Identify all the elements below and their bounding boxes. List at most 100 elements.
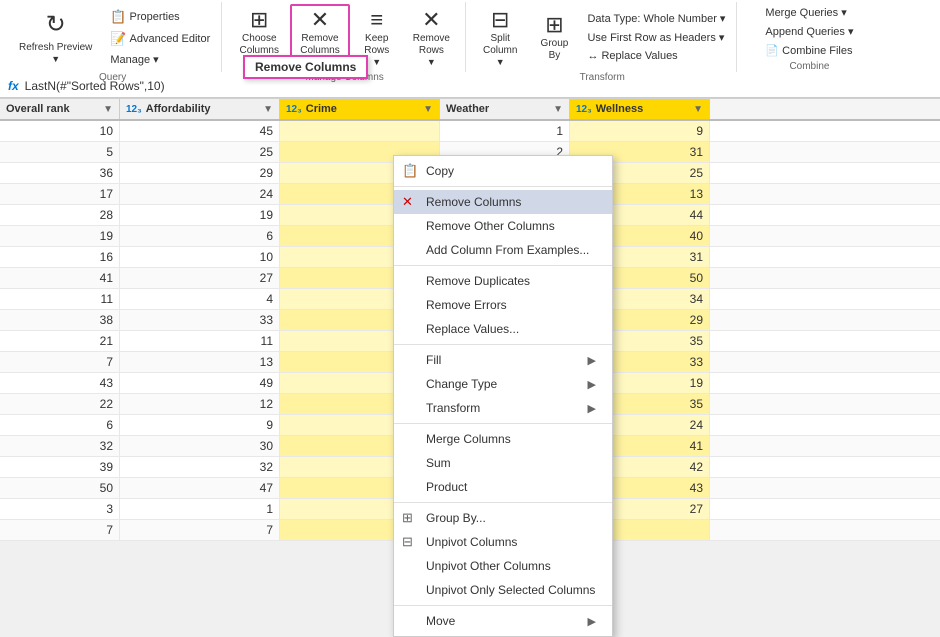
menu-item-unpivot-columns[interactable]: ⊟ Unpivot Columns xyxy=(394,530,612,554)
remove-menu-icon: ✕ xyxy=(402,194,413,210)
menu-item-merge-columns[interactable]: Merge Columns xyxy=(394,427,612,451)
choose-cols-icon: ⊞ xyxy=(250,7,268,33)
menu-item-transform[interactable]: Transform ▶ xyxy=(394,396,612,420)
menu-item-unpivot-other-columns[interactable]: Unpivot Other Columns xyxy=(394,554,612,578)
manage-label: Manage ▾ xyxy=(110,53,158,66)
grid-cell: 7 xyxy=(120,520,280,540)
menu-group-by-label: Group By... xyxy=(426,511,486,525)
col-wellness-label: Wellness xyxy=(596,103,644,115)
remove-rows-button[interactable]: ✕ RemoveRows ▼ xyxy=(404,4,459,70)
menu-item-remove-other-columns[interactable]: Remove Other Columns xyxy=(394,214,612,238)
append-queries-button[interactable]: Append Queries ▾ xyxy=(760,23,858,40)
grid-cell: 30 xyxy=(120,436,280,456)
refresh-preview-label: Refresh Preview xyxy=(19,42,92,54)
grid-cell: 9 xyxy=(570,121,710,141)
menu-transform-label: Transform xyxy=(426,401,480,415)
menu-item-sum[interactable]: Sum xyxy=(394,451,612,475)
remove-cols-icon: ✕ xyxy=(311,7,329,33)
grid-cell: 29 xyxy=(120,163,280,183)
transform-arrow-icon: ▶ xyxy=(588,402,596,415)
split-column-button[interactable]: ⊟ SplitColumn ▼ xyxy=(474,4,526,70)
menu-remove-errors-label: Remove Errors xyxy=(426,298,507,312)
menu-replace-values-label: Replace Values... xyxy=(426,322,519,336)
remove-rows-arrow: ▼ xyxy=(427,57,436,67)
menu-item-remove-columns[interactable]: ✕ Remove Columns xyxy=(394,190,612,214)
menu-item-unpivot-only-selected[interactable]: Unpivot Only Selected Columns xyxy=(394,578,612,602)
menu-item-add-column-examples[interactable]: Add Column From Examples... xyxy=(394,238,612,262)
editor-icon: 📝 xyxy=(110,31,126,47)
menu-item-remove-duplicates[interactable]: Remove Duplicates xyxy=(394,269,612,293)
append-queries-label: Append Queries ▾ xyxy=(765,25,853,38)
refresh-preview-button[interactable]: ↻ Refresh Preview ▼ xyxy=(10,4,101,70)
col-overall-label: Overall rank xyxy=(6,103,70,115)
menu-item-remove-errors[interactable]: Remove Errors xyxy=(394,293,612,317)
menu-item-replace-values[interactable]: Replace Values... xyxy=(394,317,612,341)
sort-wellness-icon: ▼ xyxy=(693,104,703,115)
col-header-crime[interactable]: 12₃ Crime ▼ xyxy=(280,99,440,119)
menu-add-col-examples-label: Add Column From Examples... xyxy=(426,243,589,257)
col-header-wellness[interactable]: 12₃ Wellness ▼ xyxy=(570,99,710,119)
col-header-affordability[interactable]: 12₃ Affordability ▼ xyxy=(120,99,280,119)
menu-item-change-type[interactable]: Change Type ▶ xyxy=(394,372,612,396)
fill-arrow-icon: ▶ xyxy=(588,354,596,367)
menu-merge-cols-label: Merge Columns xyxy=(426,432,511,446)
grid-cell: 7 xyxy=(0,520,120,540)
menu-item-group-by[interactable]: ⊞ Group By... xyxy=(394,506,612,530)
menu-remove-dupes-label: Remove Duplicates xyxy=(426,274,530,288)
menu-copy-label: Copy xyxy=(426,164,454,178)
grid-cell: 38 xyxy=(0,310,120,330)
col-header-weather[interactable]: Weather ▼ xyxy=(440,99,570,119)
combine-files-button[interactable]: 📄 Combine Files xyxy=(760,42,858,59)
grid-cell: 9 xyxy=(120,415,280,435)
col-header-overall[interactable]: Overall rank ▼ xyxy=(0,99,120,119)
split-col-icon: ⊟ xyxy=(491,7,509,33)
menu-item-move[interactable]: Move ▶ xyxy=(394,609,612,633)
grid-cell: 11 xyxy=(0,289,120,309)
data-type-button[interactable]: Data Type: Whole Number ▾ xyxy=(582,10,730,27)
ribbon-group-transform: ⊟ SplitColumn ▼ ⊞ GroupBy Data Type: Who… xyxy=(468,2,737,72)
keep-rows-label: KeepRows xyxy=(364,33,389,57)
grid-cell: 41 xyxy=(0,268,120,288)
group-by-menu-icon: ⊞ xyxy=(402,510,413,526)
advanced-editor-button[interactable]: 📝 Advanced Editor xyxy=(105,29,215,49)
menu-sep-1 xyxy=(394,186,612,187)
grid-cell: 21 xyxy=(0,331,120,351)
menu-sep-4 xyxy=(394,423,612,424)
combine-group-label: Combine xyxy=(789,59,829,72)
grid-cell: 10 xyxy=(0,121,120,141)
sort-overall-icon: ▼ xyxy=(103,104,113,115)
menu-fill-label: Fill xyxy=(426,353,441,367)
unpivot-menu-icon: ⊟ xyxy=(402,534,413,550)
grid-cell: 27 xyxy=(120,268,280,288)
properties-button[interactable]: 📋 Properties xyxy=(105,7,215,27)
menu-item-fill[interactable]: Fill ▶ xyxy=(394,348,612,372)
grid-cell: 24 xyxy=(120,184,280,204)
ribbon-group-combine: Merge Queries ▾ Append Queries ▾ 📄 Combi… xyxy=(739,2,879,72)
remove-columns-popup[interactable]: Remove Columns xyxy=(243,55,368,79)
grid-cell: 17 xyxy=(0,184,120,204)
change-type-arrow-icon: ▶ xyxy=(588,378,596,391)
menu-item-copy[interactable]: 📋 Copy xyxy=(394,159,612,183)
merge-queries-button[interactable]: Merge Queries ▾ xyxy=(760,4,858,21)
grid-cell: 6 xyxy=(120,226,280,246)
grid-cell: 7 xyxy=(0,352,120,372)
grid-cell: 12 xyxy=(120,394,280,414)
col-crime-type: 12₃ xyxy=(286,104,302,115)
ribbon-group-query: ↻ Refresh Preview ▼ 📋 Properties 📝 Advan… xyxy=(4,2,222,72)
replace-values-button[interactable]: ↔ Replace Values xyxy=(582,48,730,64)
menu-sep-6 xyxy=(394,605,612,606)
grid-cell xyxy=(280,121,440,141)
keep-rows-arrow: ▼ xyxy=(372,57,381,67)
remove-rows-icon: ✕ xyxy=(422,7,440,33)
replace-values-label: Replace Values xyxy=(601,50,677,62)
manage-button[interactable]: Manage ▾ xyxy=(105,51,215,68)
group-by-button[interactable]: ⊞ GroupBy xyxy=(530,4,578,70)
col-wellness-type: 12₃ xyxy=(576,104,592,115)
use-first-row-button[interactable]: Use First Row as Headers ▾ xyxy=(582,29,730,46)
menu-unpivot-other-label: Unpivot Other Columns xyxy=(426,559,551,573)
menu-item-product[interactable]: Product xyxy=(394,475,612,499)
remove-columns-label: RemoveColumns xyxy=(300,33,339,57)
table-row: 104519 xyxy=(0,121,940,142)
menu-sep-3 xyxy=(394,344,612,345)
refresh-icon: ↻ xyxy=(46,10,66,39)
